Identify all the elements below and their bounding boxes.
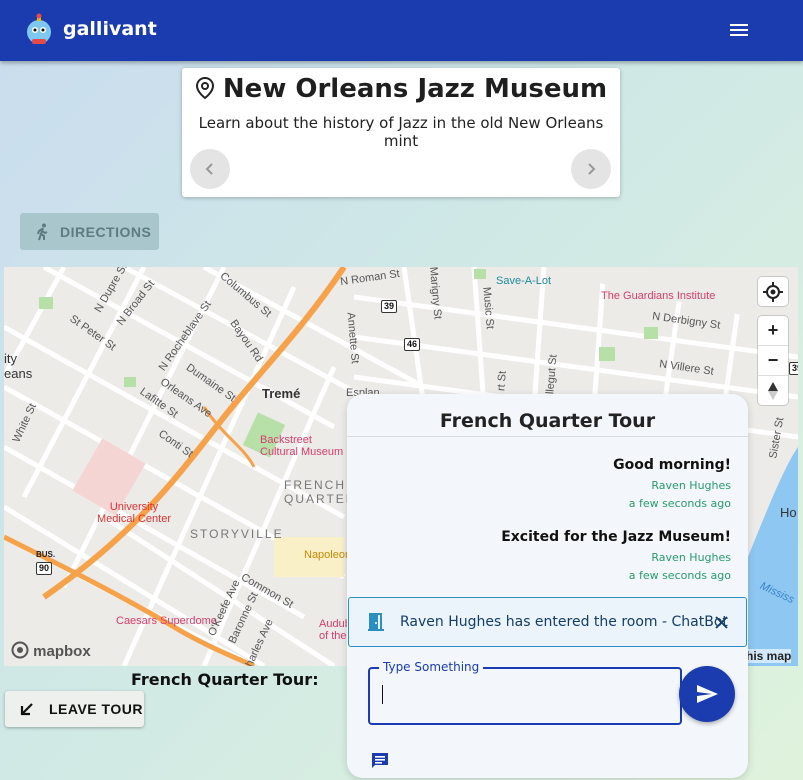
chat-message: Good morning! Raven Hughes a few seconds… — [613, 457, 731, 510]
map-street-label: rt St — [495, 370, 509, 392]
message-timestamp: a few seconds ago — [628, 497, 731, 510]
compass-north-icon — [768, 381, 778, 400]
chevron-right-icon — [588, 163, 596, 175]
map-poi-label: University Medical Center — [97, 501, 171, 525]
input-label: Type Something — [379, 660, 484, 674]
mapbox-logo: mapbox — [11, 641, 91, 660]
leave-tour-label: LEAVE TOUR — [49, 701, 143, 717]
mapbox-mark-icon — [11, 641, 29, 659]
message-text: Excited for the Jazz Museum! — [501, 529, 731, 545]
map-place-label: Tremé — [262, 386, 301, 401]
directions-button[interactable]: DIRECTIONS — [20, 213, 159, 250]
message-input[interactable] — [380, 683, 669, 709]
map-neighborhood-label: STORYVILLE — [190, 527, 284, 541]
route-shield: 39 — [381, 300, 398, 313]
mapbox-wordmark: mapbox — [33, 643, 91, 660]
send-button[interactable] — [679, 666, 735, 722]
location-card: New Orleans Jazz Museum Learn about the … — [182, 68, 620, 197]
chat-message: Excited for the Jazz Museum! Raven Hughe… — [501, 529, 731, 582]
close-icon[interactable] — [715, 616, 728, 629]
crosshair-locate-icon — [763, 281, 783, 302]
geolocate-button[interactable] — [758, 277, 788, 306]
route-shield: 90 — [36, 562, 53, 575]
map-neighborhood-label: FRENCH QUARTER — [284, 478, 357, 506]
compass-button[interactable] — [758, 376, 788, 405]
chat-bubble-icon[interactable] — [370, 751, 390, 771]
top-app-bar: gallivant — [0, 0, 803, 61]
robot-mascot-icon[interactable] — [22, 13, 56, 47]
door-enter-icon — [368, 613, 384, 631]
divider — [347, 436, 748, 437]
location-subtitle: Learn about the history of Jazz in the o… — [198, 114, 604, 150]
zoom-out-button[interactable]: − — [758, 346, 788, 376]
tour-heading: French Quarter Tour: — [131, 670, 319, 689]
room-notice-alert: Raven Hughes has entered the room - Chat… — [348, 597, 747, 647]
app-name[interactable]: gallivant — [63, 18, 157, 40]
chevron-left-icon — [205, 163, 213, 175]
geolocate-control[interactable] — [758, 277, 788, 306]
message-input-field[interactable]: Type Something — [368, 660, 682, 725]
map-attribution-link[interactable]: his map — [746, 649, 792, 663]
arrow-down-left-icon — [20, 703, 33, 716]
zoom-in-button[interactable]: + — [758, 316, 788, 346]
map-place-label: Ho — [780, 505, 797, 520]
bus-label: BUS. — [36, 550, 56, 559]
chat-panel: French Quarter Tour Good morning! Raven … — [347, 394, 748, 778]
message-author: Raven Hughes — [651, 551, 731, 564]
message-author: Raven Hughes — [651, 479, 731, 492]
route-shield: 46 — [404, 338, 421, 351]
message-timestamp: a few seconds ago — [628, 569, 731, 582]
zoom-control: + − — [758, 316, 788, 405]
hamburger-menu-icon[interactable] — [727, 18, 751, 42]
map-pin-icon — [195, 76, 214, 100]
map-place-label: ity eans — [4, 351, 33, 381]
next-button[interactable] — [571, 149, 611, 189]
map-poi-label: Backstreet Cultural Museum — [260, 434, 344, 458]
previous-button[interactable] — [190, 149, 230, 189]
map-poi-label: Caesars Superdome — [116, 615, 217, 627]
message-text: Good morning! — [613, 457, 731, 473]
text-caret — [382, 685, 383, 704]
map-poi-label: Save-A-Lot — [496, 275, 552, 287]
leave-tour-button[interactable]: LEAVE TOUR — [5, 691, 144, 727]
send-icon — [697, 685, 718, 703]
directions-label: DIRECTIONS — [60, 223, 152, 240]
map-poi-label: The Guardians Institute — [601, 290, 716, 302]
walking-icon — [37, 223, 48, 240]
notice-text: Raven Hughes has entered the room - Chat… — [400, 614, 728, 630]
location-title-row: New Orleans Jazz Museum — [182, 74, 620, 104]
route-shield: 39 — [789, 362, 798, 375]
location-title: New Orleans Jazz Museum — [222, 74, 608, 104]
chat-title: French Quarter Tour — [439, 410, 656, 432]
